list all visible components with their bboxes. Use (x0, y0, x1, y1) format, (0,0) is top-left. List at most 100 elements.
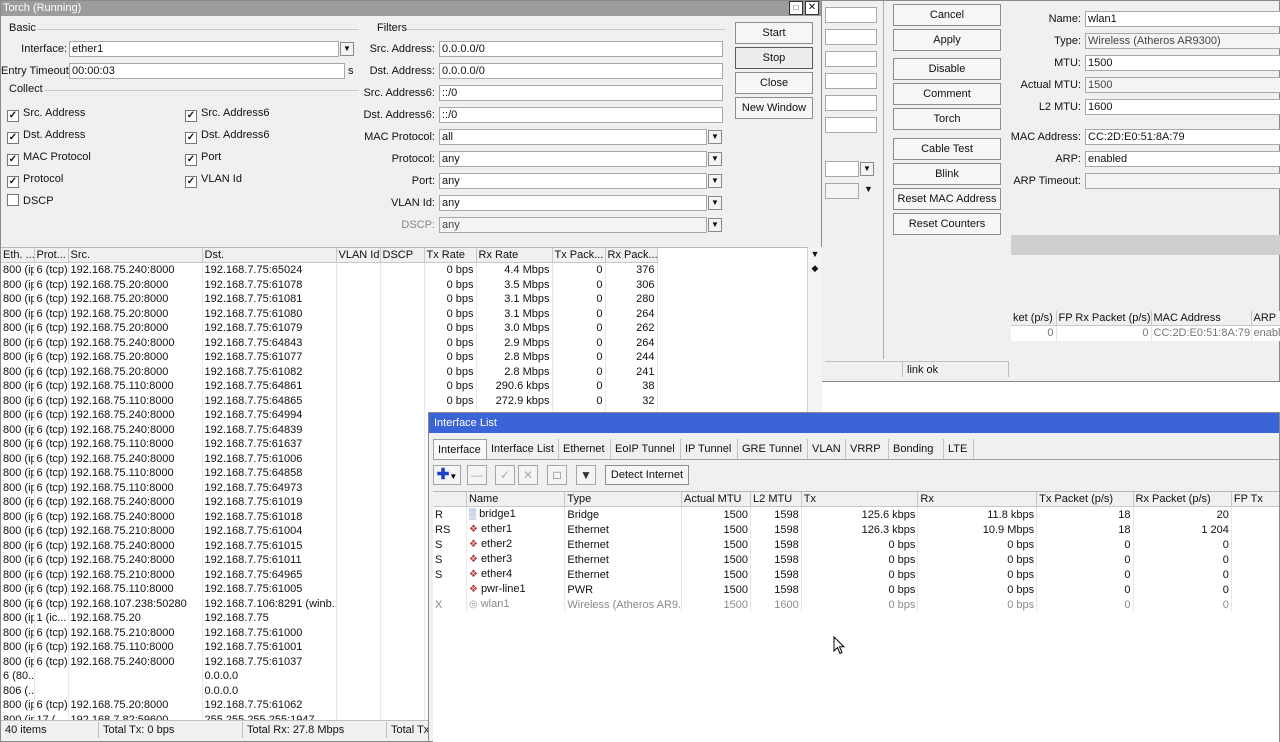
tab-gre-tunnel[interactable]: GRE Tunnel (738, 439, 808, 459)
close-button[interactable]: Close (735, 72, 813, 94)
interface-action-button[interactable]: Reset Counters (893, 213, 1001, 235)
stop-button[interactable]: Stop (735, 47, 813, 69)
add-icon[interactable]: ✚▼ (433, 465, 461, 485)
checkbox-icon[interactable]: ✓ (7, 132, 19, 144)
torch-column-header[interactable]: Dst. (202, 248, 337, 263)
filter-dropdown-icon[interactable]: ▼ (708, 174, 722, 188)
table-row[interactable]: 800 (ip)6 (tcp)192.168.75.240:8000192.16… (1, 262, 658, 278)
filter-input[interactable]: any (439, 151, 707, 167)
interface-column-header[interactable]: L2 MTU (750, 492, 802, 507)
interface-action-button[interactable]: Cable Test (893, 138, 1001, 160)
checkbox-icon[interactable]: ✓ (7, 176, 19, 188)
interface-column-header[interactable]: Rx Packet (p/s) (1133, 492, 1232, 507)
mini-column-header[interactable]: FP Rx Packet (p/s) (1056, 311, 1152, 326)
table-row[interactable]: 800 (ip)6 (tcp)192.168.75.20:8000192.168… (1, 306, 658, 321)
interface-column-header[interactable]: Tx Packet (p/s) (1036, 492, 1134, 507)
table-row[interactable]: S ❖ ether2 Ethernet 1500 1598 0 bps 0 bps 0 0 (433, 537, 1279, 552)
table-row[interactable]: 800 (ip)6 (tcp)192.168.75.20:8000192.168… (1, 350, 658, 365)
comment-icon[interactable]: □ (547, 465, 567, 485)
filter-input[interactable]: 0.0.0.0/0 (439, 41, 723, 57)
table-row[interactable]: RS ❖ ether1 Ethernet 1500 1598 126.3 kbps 10.9 … (433, 522, 1279, 537)
torch-column-header[interactable]: Eth. ... (1, 248, 35, 263)
torch-column-header[interactable]: VLAN Id (336, 248, 381, 263)
tab-interface-list[interactable]: Interface List (487, 439, 559, 459)
filter-input[interactable]: ::/0 (439, 107, 723, 123)
tab-lte[interactable]: LTE (944, 439, 974, 459)
tab-ip-tunnel[interactable]: IP Tunnel (681, 439, 738, 459)
interface-action-button[interactable]: Torch (893, 108, 1001, 130)
interface-column-header[interactable]: Actual MTU (681, 492, 752, 507)
interface-field-value[interactable] (1085, 173, 1280, 189)
interface-action-button[interactable]: Reset MAC Address (893, 188, 1001, 210)
checkbox-icon[interactable]: ✓ (185, 110, 197, 122)
collect-checkbox[interactable]: ✓ MAC Protocol (7, 150, 91, 166)
filter-dropdown-icon[interactable]: ▼ (708, 218, 722, 232)
torch-column-header[interactable]: Prot... (34, 248, 69, 263)
interface-action-button[interactable]: Apply (893, 29, 1001, 51)
torch-column-header[interactable]: Rx Pack... (605, 248, 658, 263)
detect-internet-button[interactable]: Detect Internet (605, 465, 689, 485)
collect-checkbox[interactable]: ✓ Dst. Address6 (185, 128, 269, 144)
filter-dropdown-icon[interactable]: ▼ (708, 130, 722, 144)
interface-list-title-bar[interactable]: Interface List (429, 413, 1279, 433)
interface-field-value[interactable]: 1500 (1085, 55, 1280, 71)
table-row[interactable]: R ▒ bridge1 Bridge 1500 1598 125.6 kbps 11.8 kb… (433, 506, 1279, 522)
interface-column-header[interactable] (433, 492, 467, 507)
table-row[interactable]: X ◎ wlan1 Wireless (Atheros AR9... 1500 1600 0… (433, 597, 1279, 612)
interface-field-value[interactable]: Wireless (Atheros AR9300) (1085, 33, 1280, 49)
enable-icon[interactable]: ✓ (495, 465, 515, 485)
interface-column-header[interactable]: Rx (917, 492, 1038, 507)
torch-column-header[interactable]: Src. (68, 248, 203, 263)
interface-column-header[interactable]: Name (466, 492, 566, 507)
checkbox-icon[interactable] (7, 194, 19, 206)
restore-icon[interactable]: □ (789, 1, 803, 15)
collect-checkbox[interactable]: ✓ Port (185, 150, 221, 166)
table-row[interactable]: 800 (ip)6 (tcp)192.168.75.240:8000192.16… (1, 335, 658, 350)
torch-title-bar[interactable]: Torch (Running) (1, 1, 821, 16)
filter-input[interactable]: any (439, 173, 707, 189)
collect-checkbox[interactable]: ✓ Src. Address6 (185, 106, 269, 122)
mini-column-header[interactable]: ket (p/s) (1011, 311, 1057, 326)
close-icon[interactable]: ✕ (805, 1, 819, 15)
torch-column-header[interactable]: Rx Rate (476, 248, 553, 263)
torch-column-header[interactable]: Tx Rate (424, 248, 477, 263)
interface-field-value[interactable]: 1500 (1085, 77, 1280, 93)
filter-icon[interactable]: ▼ (576, 465, 596, 485)
collect-checkbox[interactable]: ✓ Src. Address (7, 106, 85, 122)
table-row[interactable]: 800 (ip)6 (tcp)192.168.75.110:8000192.16… (1, 379, 658, 394)
filter-dropdown-icon[interactable]: ▼ (708, 152, 722, 166)
filter-input[interactable]: any (439, 195, 707, 211)
tab-ethernet[interactable]: Ethernet (559, 439, 611, 459)
interface-column-header[interactable]: Tx (801, 492, 919, 507)
tab-vlan[interactable]: VLAN (808, 439, 846, 459)
collect-checkbox[interactable]: ✓ Dst. Address (7, 128, 85, 144)
collect-checkbox[interactable]: ✓ VLAN Id (185, 172, 242, 188)
entry-timeout-input[interactable]: 00:00:03 (69, 63, 345, 79)
checkbox-icon[interactable]: ✓ (185, 176, 197, 188)
table-row[interactable]: 800 (ip)6 (tcp)192.168.75.20:8000192.168… (1, 292, 658, 307)
table-row[interactable]: 800 (ip)6 (tcp)192.168.75.20:8000192.168… (1, 364, 658, 379)
tab-eoip-tunnel[interactable]: EoIP Tunnel (611, 439, 681, 459)
disable-icon[interactable]: ✕ (518, 465, 538, 485)
torch-column-header[interactable]: Tx Pack... (552, 248, 606, 263)
table-row[interactable]: 800 (ip)6 (tcp)192.168.75.20:8000192.168… (1, 321, 658, 336)
table-row[interactable]: 800 (ip)6 (tcp)192.168.75.20:8000192.168… (1, 277, 658, 292)
tab-interface[interactable]: Interface (433, 439, 487, 459)
mini-column-header[interactable]: ARP (1251, 311, 1280, 326)
interface-action-button[interactable]: Cancel (893, 4, 1001, 26)
filter-dropdown-icon[interactable]: ▼ (708, 196, 722, 210)
interface-action-button[interactable]: Blink (893, 163, 1001, 185)
filter-input[interactable]: all (439, 129, 707, 145)
interface-action-button[interactable]: Comment (893, 83, 1001, 105)
checkbox-icon[interactable]: ✓ (185, 154, 197, 166)
mini-column-header[interactable]: MAC Address (1151, 311, 1252, 326)
interface-column-header[interactable]: FP Tx (1231, 492, 1279, 507)
checkbox-icon[interactable]: ✓ (185, 132, 197, 144)
interface-field-value[interactable]: CC:2D:E0:51:8A:79 (1085, 129, 1280, 145)
remove-icon[interactable]: — (467, 465, 487, 485)
filter-input[interactable]: any (439, 217, 707, 233)
start-button[interactable]: Start (735, 22, 813, 44)
interface-field-value[interactable]: enabled (1085, 151, 1280, 167)
interface-select[interactable]: ether1 (69, 41, 339, 57)
scroll-down-icon[interactable]: ▼ (808, 247, 822, 261)
